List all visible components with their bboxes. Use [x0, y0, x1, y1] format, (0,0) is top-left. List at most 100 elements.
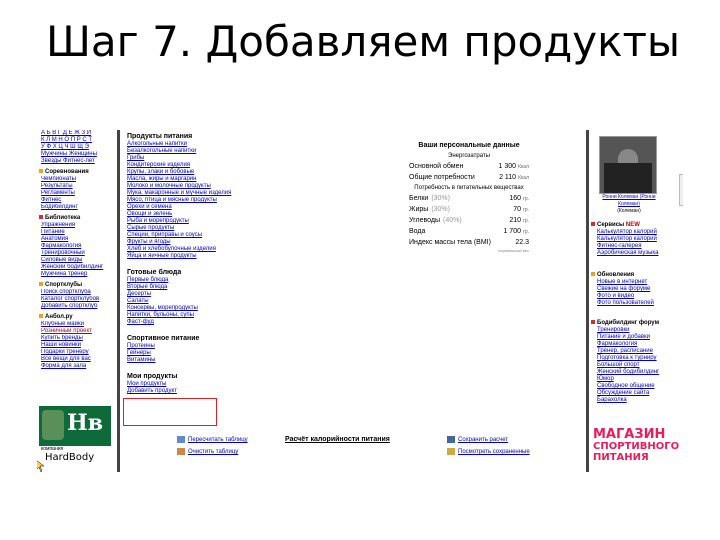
fat-pct: (30%) [431, 206, 450, 213]
food-category-link[interactable]: Кондитерские изделия [127, 162, 407, 169]
left-section-link[interactable]: Женский бодибилдинг [37, 264, 119, 271]
left-section-link[interactable]: Фармакология [37, 243, 119, 250]
left-section-link[interactable]: Фитнес [37, 197, 119, 204]
metabolism-unit: Ккал [518, 164, 529, 170]
left-section-link[interactable]: Анатомия [37, 236, 119, 243]
my-products-link[interactable]: Мои продукты [127, 381, 407, 388]
forum-title: Бодибилдинг форум [597, 320, 660, 326]
alphabet-row-3[interactable]: У Ф Х Ц Ч Ш Щ Э [37, 144, 119, 151]
forum-link[interactable]: Барахолка [591, 397, 659, 404]
section-bullet-icon [39, 282, 43, 287]
left-section-link[interactable]: Чемпионаты [37, 176, 119, 183]
food-category-link[interactable]: Крупы, злаки и бобовые [127, 169, 407, 176]
photo-caption-link[interactable]: Ронни Колеман (Ронни Колеман) [597, 194, 661, 208]
ready-dish-link[interactable]: Десерты [127, 291, 407, 298]
food-category-link[interactable]: Масла, жиры и маргарин [127, 176, 407, 183]
left-section-link[interactable]: Питание [37, 229, 119, 236]
left-section-link[interactable]: Силовые виды [37, 257, 119, 264]
ready-dish-link[interactable]: Вторые блюда [127, 284, 407, 291]
forum-link[interactable]: Свободное общение [591, 383, 659, 390]
food-category-link[interactable]: Овощи и зелень [127, 211, 407, 218]
left-divider [117, 130, 120, 472]
carbs-label: Углеводы [409, 217, 441, 224]
service-link[interactable]: Калькулятор калорий [591, 229, 658, 236]
sport-nutrition-link[interactable]: Витамины [127, 357, 407, 364]
left-section-link[interactable]: Добавить спортклуб [37, 303, 119, 310]
forum-link[interactable]: Юмор [591, 376, 659, 383]
left-section-link[interactable]: Мужчина тренер [37, 271, 119, 278]
left-section-link[interactable]: Наши новинки [37, 342, 119, 349]
forum-link[interactable]: Женский бодибилдинг [591, 369, 659, 376]
forum-link[interactable]: Тренировки [591, 327, 659, 334]
ready-dish-link[interactable]: Салаты [127, 298, 407, 305]
service-link[interactable]: Аэробическая музыка [591, 250, 658, 257]
food-category-link[interactable]: Мука, макаронные и мучные изделия [127, 190, 407, 197]
save-calc-button[interactable]: Сохранить расчет [447, 436, 508, 443]
food-category-link[interactable]: Рыба и морепродукты [127, 218, 407, 225]
my-products-link[interactable]: Добавить продукт [127, 388, 407, 395]
food-category-link[interactable]: Молоко и молочные продукты [127, 183, 407, 190]
metabolism-value: 1 300 [498, 163, 517, 170]
forum-link[interactable]: Большой спорт [591, 362, 659, 369]
left-section-link[interactable]: Форма для зала [37, 363, 119, 370]
calc-title[interactable]: Расчёт калорийности питания [285, 436, 390, 443]
food-category-link[interactable]: Сырые продукты [127, 225, 407, 232]
food-category-link[interactable]: Безалкогольные напитки [127, 148, 407, 155]
left-section-link[interactable]: Тренировочный [37, 250, 119, 257]
left-section-link[interactable]: Упражнения [37, 222, 119, 229]
food-category-link[interactable]: Специи, приправы и соусы [127, 232, 407, 239]
athlete-photo[interactable] [599, 136, 657, 194]
forum-link[interactable]: Подготовка к турниру [591, 355, 659, 362]
left-section-link[interactable]: Результаты [37, 183, 119, 190]
view-saved-button[interactable]: Посмотреть сохраненные [447, 448, 530, 455]
sport-nutrition-link[interactable]: Гейнеры [127, 350, 407, 357]
left-section-link[interactable]: Купить бренды [37, 335, 119, 342]
left-section-link[interactable]: Регламенты [37, 190, 119, 197]
forum-link[interactable]: Тренер, расписание [591, 348, 659, 355]
left-section-link[interactable]: Клубные майки [37, 321, 119, 328]
food-category-link[interactable]: Алкогольные напитки [127, 141, 407, 148]
scrollbar[interactable] [679, 174, 683, 206]
food-category-link[interactable]: Орехи и семена [127, 204, 407, 211]
service-link[interactable]: Фитнес-галерея [591, 243, 658, 250]
alphabet-row-1[interactable]: А Б В Г Д Е Ж З И [37, 130, 119, 137]
left-section-link[interactable]: Розничный проект [37, 328, 119, 335]
calc-title-label: Расчёт калорийности питания [285, 436, 390, 443]
sport-nutrition-shop-banner[interactable]: МАГАЗИН СПОРТИВНОГО ПИТАНИЯ [593, 428, 681, 463]
left-section: Соревнования Чемпионаты Результаты Регламен… [37, 169, 119, 211]
ready-dish-link[interactable]: Напитки, бульоны, супы [127, 312, 407, 319]
sport-nutrition-link[interactable]: Протеины [127, 343, 407, 350]
left-section-link[interactable]: Подарки тренеру [37, 349, 119, 356]
service-link[interactable]: Калькулятор калорий [591, 236, 658, 243]
top-link[interactable]: Мужчины Женщины [37, 151, 119, 158]
personal-data-title: Ваши персональные данные [418, 142, 520, 149]
forum-link[interactable]: Обсуждение сайта [591, 390, 659, 397]
left-section-link[interactable]: Каталог спортклубов [37, 296, 119, 303]
food-category-link[interactable]: Грибы [127, 155, 407, 162]
top-link[interactable]: Звезды Фитнес-лет [37, 158, 119, 165]
update-link[interactable]: Новые в интернет [591, 279, 654, 286]
ready-dish-link[interactable]: Консервы, морепродукты [127, 305, 407, 312]
food-category-link[interactable]: Хлеб и хлебобулочные изделия [127, 246, 407, 253]
food-category-link[interactable]: Мясо, птица и мясные продукты [127, 197, 407, 204]
left-section-link[interactable]: Бодибилдинг [37, 204, 119, 211]
update-link[interactable]: Фото и видео [591, 293, 654, 300]
food-category-link[interactable]: Яйца и яичные продукты [127, 253, 407, 260]
clear-button[interactable]: Очистить таблицу [177, 448, 238, 455]
ready-dish-link[interactable]: Фаст-фуд [127, 319, 407, 326]
metabolism-label: Основной обмен [409, 163, 464, 170]
bmi-value: 22.3 [515, 239, 529, 246]
forum-link[interactable]: Фармакология [591, 341, 659, 348]
alphabet-row-2[interactable]: К Л М Н О П Р С Т [37, 137, 119, 144]
left-section-link[interactable]: Все вещи для вас [37, 356, 119, 363]
forum-link[interactable]: Питание и добавки [591, 334, 659, 341]
food-category-link[interactable]: Фрукты и ягоды [127, 239, 407, 246]
recalc-button[interactable]: Пересчитать таблицу [177, 436, 248, 443]
logo-name: HardBody [45, 452, 95, 463]
ready-dish-link[interactable]: Первые блюда [127, 277, 407, 284]
logo-mark: Hв [67, 410, 104, 436]
hardbody-logo[interactable]: Hв [39, 406, 111, 446]
update-link[interactable]: Фото пользователей [591, 300, 654, 307]
update-link[interactable]: Свежие на форуме [591, 286, 654, 293]
left-section-link[interactable]: Поиск спортклуба [37, 289, 119, 296]
